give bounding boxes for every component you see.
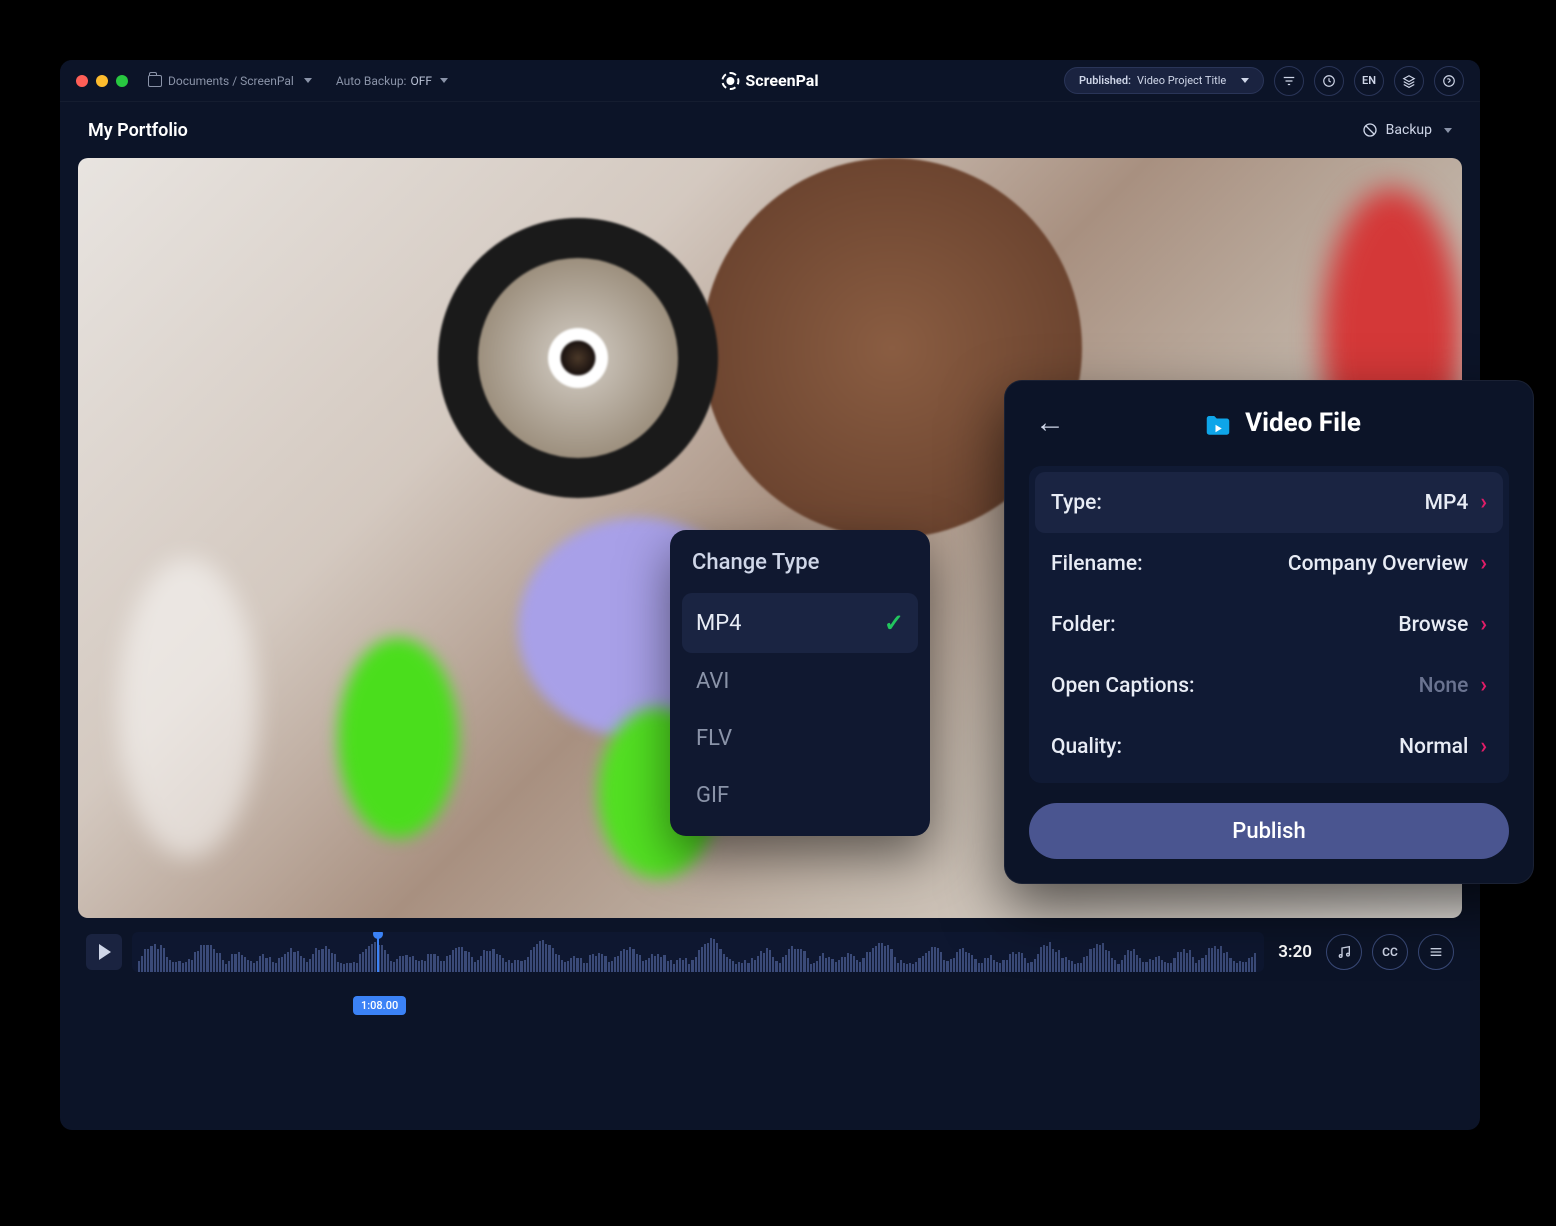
change-type-option-avi[interactable]: AVI xyxy=(682,653,918,710)
check-icon: ✓ xyxy=(884,609,904,637)
row-value: MP4 xyxy=(1425,491,1469,515)
autobackup-label: Auto Backup: xyxy=(336,74,407,88)
change-type-option-label: MP4 xyxy=(696,611,741,636)
window-controls xyxy=(76,75,128,87)
chevron-right-icon: › xyxy=(1480,673,1487,698)
brand-name: ScreenPal xyxy=(745,71,818,90)
video-file-row-opencaptions[interactable]: Open Captions:None › xyxy=(1035,655,1503,716)
breadcrumb[interactable]: Documents / ScreenPal xyxy=(148,74,312,88)
row-value: Company Overview xyxy=(1288,552,1468,576)
change-type-option-label: GIF xyxy=(696,783,729,808)
captions-button[interactable]: CC xyxy=(1372,934,1408,970)
language-button[interactable]: EN xyxy=(1354,66,1384,96)
help-button[interactable] xyxy=(1434,66,1464,96)
video-folder-icon xyxy=(1203,411,1233,435)
row-label: Type: xyxy=(1051,491,1425,515)
titlebar: Documents / ScreenPal Auto Backup: OFF S… xyxy=(60,60,1480,102)
playhead[interactable] xyxy=(377,932,379,972)
video-file-panel: ← Video File Type:MP4›Filename:Company O… xyxy=(1004,380,1534,884)
breadcrumb-path: Documents / ScreenPal xyxy=(168,74,294,88)
total-time: 3:20 xyxy=(1274,942,1316,962)
autobackup-value: OFF xyxy=(410,74,432,88)
autobackup-toggle[interactable]: Auto Backup: OFF xyxy=(336,74,448,88)
change-type-option-gif[interactable]: GIF xyxy=(682,767,918,824)
chevron-down-icon xyxy=(440,78,448,83)
video-file-row-type[interactable]: Type:MP4 › xyxy=(1035,472,1503,533)
change-type-option-flv[interactable]: FLV xyxy=(682,710,918,767)
playhead-time: 1:08.00 xyxy=(353,996,406,1015)
row-value: None xyxy=(1419,674,1469,698)
publish-button[interactable]: Publish xyxy=(1029,803,1509,859)
change-type-option-label: FLV xyxy=(696,726,732,751)
chevron-right-icon: › xyxy=(1480,612,1487,637)
row-label: Folder: xyxy=(1051,613,1398,637)
subheader: My Portfolio Backup xyxy=(60,102,1480,158)
video-file-title: Video File xyxy=(1245,408,1361,438)
music-button[interactable] xyxy=(1326,934,1362,970)
publish-select-label: Published: xyxy=(1079,74,1131,87)
chevron-down-icon xyxy=(304,78,312,83)
change-type-title: Change Type xyxy=(682,550,918,593)
menu-button[interactable] xyxy=(1418,934,1454,970)
close-window-button[interactable] xyxy=(76,75,88,87)
filter-button[interactable] xyxy=(1274,66,1304,96)
row-value: Browse xyxy=(1398,613,1468,637)
minimize-window-button[interactable] xyxy=(96,75,108,87)
chevron-down-icon xyxy=(1241,78,1249,83)
timeline-track[interactable] xyxy=(132,932,1264,972)
video-file-header: ← Video File xyxy=(1029,405,1509,440)
brand-logo: ScreenPal xyxy=(721,71,818,90)
video-file-row-filename[interactable]: Filename:Company Overview › xyxy=(1035,533,1503,594)
timeline-bar: 3:20 CC xyxy=(78,932,1462,972)
video-file-row-folder[interactable]: Folder:Browse › xyxy=(1035,594,1503,655)
backup-label: Backup xyxy=(1386,122,1432,138)
folder-icon xyxy=(148,75,162,87)
play-button[interactable] xyxy=(86,934,122,970)
chevron-down-icon xyxy=(1444,128,1452,133)
back-button[interactable]: ← xyxy=(1029,405,1071,440)
publish-select-value: Video Project Title xyxy=(1137,74,1226,87)
row-value: Normal xyxy=(1399,735,1468,759)
chevron-right-icon: › xyxy=(1480,490,1487,515)
page-title: My Portfolio xyxy=(88,120,188,141)
video-file-row-quality[interactable]: Quality:Normal › xyxy=(1035,716,1503,777)
layers-button[interactable] xyxy=(1394,66,1424,96)
change-type-popup: Change Type MP4 ✓ AVI FLV GIF xyxy=(670,530,930,836)
history-button[interactable] xyxy=(1314,66,1344,96)
chevron-right-icon: › xyxy=(1480,551,1487,576)
brand-icon xyxy=(721,72,739,90)
row-label: Open Captions: xyxy=(1051,674,1419,698)
change-type-option-mp4[interactable]: MP4 ✓ xyxy=(682,593,918,653)
change-type-option-label: AVI xyxy=(696,669,729,694)
toolbar-right: Published: Video Project Title EN xyxy=(1064,66,1464,96)
chevron-right-icon: › xyxy=(1480,734,1487,759)
maximize-window-button[interactable] xyxy=(116,75,128,87)
publish-select[interactable]: Published: Video Project Title xyxy=(1064,67,1264,94)
backup-button[interactable]: Backup xyxy=(1362,122,1452,138)
row-label: Quality: xyxy=(1051,735,1399,759)
row-label: Filename: xyxy=(1051,552,1288,576)
